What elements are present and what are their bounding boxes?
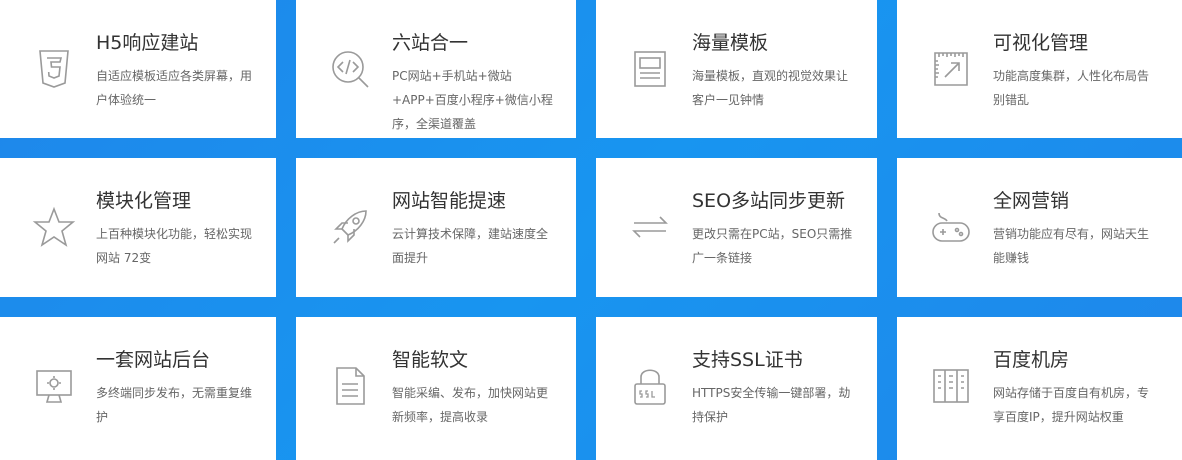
- feature-card-templates[interactable]: 海量模板 海量模板，直观的视觉效果让客户一见钟情: [596, 0, 877, 138]
- feature-desc: 营销功能应有尽有，网站天生能赚钱: [993, 227, 1150, 265]
- feature-title: 一套网站后台: [96, 349, 211, 371]
- feature-title: 百度机房: [993, 349, 1070, 371]
- star-icon: [30, 203, 78, 251]
- feature-card-modules[interactable]: 模块化管理 上百种模块化功能，轻松实现网站 72变: [0, 158, 276, 297]
- feature-title: H5响应建站: [96, 32, 199, 54]
- feature-title: 网站智能提速: [392, 190, 507, 212]
- ruler-arrow-icon: [927, 45, 975, 93]
- feature-desc: 多终端同步发布，无需重复维护: [96, 386, 253, 424]
- feature-title: 模块化管理: [96, 190, 192, 212]
- ssl-lock-icon: [626, 362, 674, 410]
- feature-card-seo-sync[interactable]: SEO多站同步更新 更改只需在PC站，SEO只需推广一条链接: [596, 158, 877, 297]
- feature-title: 海量模板: [692, 32, 769, 54]
- template-icon: [626, 45, 674, 93]
- feature-title: 全网营销: [993, 190, 1070, 212]
- feature-grid: H5响应建站 自适应模板适应各类屏幕，用户体验统一 六站合一 PC网站+手机站+…: [0, 0, 1182, 460]
- feature-desc: 更改只需在PC站，SEO只需推广一条链接: [692, 227, 853, 265]
- feature-card-speed[interactable]: 网站智能提速 云计算技术保障，建站速度全面提升: [296, 158, 576, 297]
- html5-icon: [30, 45, 78, 93]
- feature-desc: 云计算技术保障，建站速度全面提升: [392, 227, 549, 265]
- feature-card-articles[interactable]: 智能软文 智能采编、发布，加快网站更新频率，提高收录: [296, 317, 576, 460]
- feature-card-backend[interactable]: 一套网站后台 多终端同步发布，无需重复维护: [0, 317, 276, 460]
- feature-desc: 网站存储于百度自有机房，专享百度IP，提升网站权重: [993, 386, 1150, 424]
- feature-title: SEO多站同步更新: [692, 190, 846, 212]
- feature-desc: PC网站+手机站+微站+APP+百度小程序+微信小程序，全渠道覆盖: [392, 69, 553, 131]
- server-rack-icon: [927, 362, 975, 410]
- feature-title: 智能软文: [392, 349, 469, 371]
- feature-desc: 功能高度集群，人性化布局告别错乱: [993, 69, 1150, 107]
- monitor-gear-icon: [30, 362, 78, 410]
- feature-card-six-in-one[interactable]: 六站合一 PC网站+手机站+微站+APP+百度小程序+微信小程序，全渠道覆盖: [296, 0, 576, 138]
- feature-card-h5[interactable]: H5响应建站 自适应模板适应各类屏幕，用户体验统一: [0, 0, 276, 138]
- rocket-icon: [326, 203, 374, 251]
- gamepad-icon: [927, 203, 975, 251]
- feature-title: 可视化管理: [993, 32, 1089, 54]
- feature-card-visual[interactable]: 可视化管理 功能高度集群，人性化布局告别错乱: [897, 0, 1182, 138]
- feature-card-datacenter[interactable]: 百度机房 网站存储于百度自有机房，专享百度IP，提升网站权重: [897, 317, 1182, 460]
- document-icon: [326, 362, 374, 410]
- feature-desc: 海量模板，直观的视觉效果让客户一见钟情: [692, 69, 849, 107]
- feature-desc: 智能采编、发布，加快网站更新频率，提高收录: [392, 386, 549, 424]
- feature-title: 支持SSL证书: [692, 349, 803, 371]
- sync-arrows-icon: [626, 203, 674, 251]
- feature-card-ssl[interactable]: 支持SSL证书 HTTPS安全传输一键部署，劫持保护: [596, 317, 877, 460]
- feature-desc: 上百种模块化功能，轻松实现网站 72变: [96, 227, 253, 265]
- feature-card-marketing[interactable]: 全网营销 营销功能应有尽有，网站天生能赚钱: [897, 158, 1182, 297]
- code-search-icon: [326, 45, 374, 93]
- feature-title: 六站合一: [392, 32, 469, 54]
- feature-desc: 自适应模板适应各类屏幕，用户体验统一: [96, 69, 253, 107]
- feature-desc: HTTPS安全传输一键部署，劫持保护: [692, 386, 851, 424]
